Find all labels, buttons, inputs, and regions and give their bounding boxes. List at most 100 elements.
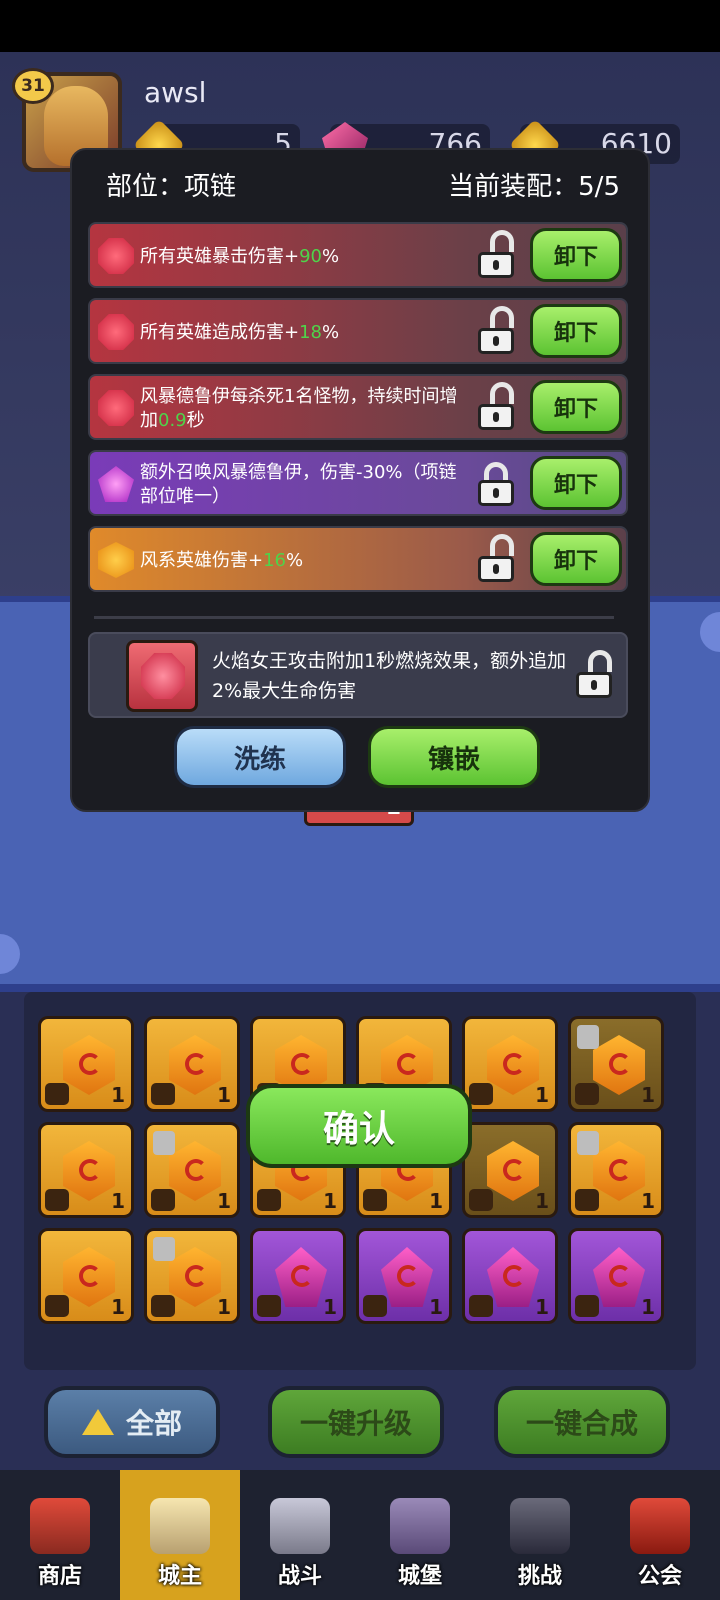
equipped-gem-row[interactable]: 风暴德鲁伊每杀死1名怪物，持续时间增加0.9秒 卸下 xyxy=(88,374,628,440)
gem-slot[interactable]: 1 xyxy=(462,1122,558,1218)
gem-effect-text: 风系英雄伤害+16% xyxy=(140,528,470,594)
status-bar xyxy=(0,0,720,52)
slot-type-icon xyxy=(575,1083,599,1105)
slot-type-icon xyxy=(45,1295,69,1317)
slot-type-icon xyxy=(575,1295,599,1317)
nav-shop[interactable]: 商店 xyxy=(0,1470,120,1600)
confirm-button[interactable]: 确认 xyxy=(246,1084,472,1168)
unequip-button[interactable]: 卸下 xyxy=(530,228,622,282)
purple-gem-icon xyxy=(98,466,134,502)
gem-slot[interactable]: 1 xyxy=(144,1228,240,1324)
equipped-gem-row[interactable]: 所有英雄暴击伤害+90% 卸下 xyxy=(88,222,628,288)
gem-slot[interactable]: 1 xyxy=(38,1016,134,1112)
slot-label: 部位：项链 xyxy=(106,172,237,202)
gem-slot[interactable]: 1 xyxy=(568,1228,664,1324)
nav-label: 商店 xyxy=(37,1564,82,1589)
gem-slot[interactable]: 1 xyxy=(38,1228,134,1324)
lock-shackle xyxy=(490,382,514,404)
slot-type-icon xyxy=(151,1189,175,1211)
red-swirl-gem-icon xyxy=(98,390,134,426)
slot-type-icon xyxy=(469,1295,493,1317)
unlock-icon[interactable] xyxy=(478,306,514,354)
gem-effect-text: 所有英雄造成伤害+18% xyxy=(140,300,470,366)
unlock-icon[interactable] xyxy=(478,382,514,430)
lock-icon xyxy=(153,1237,175,1261)
unlock-icon[interactable] xyxy=(478,534,514,582)
upgrade-all-button[interactable]: 一键升级 xyxy=(268,1386,444,1458)
equipped-gem-row[interactable]: 所有英雄造成伤害+18% 卸下 xyxy=(88,298,628,364)
nav-lord[interactable]: 城主 xyxy=(120,1470,240,1600)
slot-type-icon xyxy=(469,1083,493,1105)
gem-count: 1 xyxy=(429,1295,443,1319)
effect-value: 90 xyxy=(299,246,322,267)
gem-slot[interactable]: 1 xyxy=(144,1016,240,1112)
unequip-button[interactable]: 卸下 xyxy=(530,532,622,586)
red-gem-icon xyxy=(98,314,134,350)
effect-text: 所有英雄造成伤害+ xyxy=(140,322,300,343)
nav-label: 挑战 xyxy=(517,1564,562,1589)
effect-suffix: % xyxy=(322,322,340,343)
lock-keyhole xyxy=(493,488,499,498)
gem-count: 1 xyxy=(111,1295,125,1319)
nav-guild[interactable]: 公会 xyxy=(600,1470,720,1600)
lock-shackle xyxy=(490,230,514,252)
slot-type-icon xyxy=(363,1189,387,1211)
filter-all-button[interactable]: 全部 xyxy=(44,1386,220,1458)
effect-text: 所有英雄暴击伤害+ xyxy=(140,246,300,267)
red-gem-icon xyxy=(98,238,134,274)
inlay-button[interactable]: 镶嵌 xyxy=(368,726,540,788)
filter-all-label: 全部 xyxy=(125,1407,182,1440)
lock-shackle xyxy=(490,534,514,556)
necklace-gem-modal: 部位：项链 当前装配：5/5 所有英雄暴击伤害+90% 卸下 所有英雄造成伤害+18… xyxy=(70,148,650,812)
swirl-icon xyxy=(609,1265,631,1287)
slot-type-icon xyxy=(575,1189,599,1211)
gem-count: 1 xyxy=(323,1189,337,1213)
lock-shackle xyxy=(490,306,514,328)
unequip-button[interactable]: 卸下 xyxy=(530,380,622,434)
unequip-button[interactable]: 卸下 xyxy=(530,456,622,510)
gem-count: 1 xyxy=(111,1189,125,1213)
swirl-icon xyxy=(609,1159,631,1181)
gem-slot[interactable]: 1 xyxy=(144,1122,240,1218)
swirl-icon xyxy=(503,1159,525,1181)
nav-battle[interactable]: 战斗 xyxy=(240,1470,360,1600)
unlock-icon[interactable] xyxy=(478,230,514,278)
gem-slot[interactable]: 1 xyxy=(462,1228,558,1324)
equipped-gem-row[interactable]: 风系英雄伤害+16% 卸下 xyxy=(88,526,628,592)
gem-count: 1 xyxy=(323,1295,337,1319)
nav-castle[interactable]: 城堡 xyxy=(360,1470,480,1600)
lock-keyhole xyxy=(591,680,597,690)
gem-slot[interactable]: 1 xyxy=(568,1122,664,1218)
slot-type-icon xyxy=(257,1295,281,1317)
swirl-icon xyxy=(185,1053,207,1075)
gem-slot[interactable]: 1 xyxy=(356,1228,452,1324)
red-gem-icon xyxy=(141,653,185,699)
swirl-icon xyxy=(79,1159,101,1181)
gem-slot[interactable]: 1 xyxy=(38,1122,134,1218)
merge-all-button[interactable]: 一键合成 xyxy=(494,1386,670,1458)
panel-corner xyxy=(0,934,20,974)
lock-icon[interactable] xyxy=(478,462,514,506)
candidate-gem-row[interactable]: 火焰女王攻击附加1秒燃烧效果，额外追加2%最大生命伤害 xyxy=(88,632,628,718)
gem-slot[interactable]: 1 xyxy=(250,1228,346,1324)
effect-value: 0.9 xyxy=(158,410,187,431)
gem-count: 1 xyxy=(429,1189,443,1213)
gem-slot[interactable]: 1 xyxy=(462,1016,558,1112)
crown-icon xyxy=(150,1498,210,1554)
effect-suffix: % xyxy=(322,246,340,267)
shop-icon xyxy=(30,1498,90,1554)
effect-suffix: 秒 xyxy=(186,410,205,431)
unequip-button[interactable]: 卸下 xyxy=(530,304,622,358)
nav-challenge[interactable]: 挑战 xyxy=(480,1470,600,1600)
swirl-icon xyxy=(291,1265,313,1287)
gem-count: 1 xyxy=(217,1083,231,1107)
panel-corner xyxy=(700,612,720,652)
gem-count: 1 xyxy=(535,1295,549,1319)
nav-label: 战斗 xyxy=(277,1564,322,1589)
equipped-gem-row[interactable]: 额外召唤风暴德鲁伊，伤害-30%（项链部位唯一） 卸下 xyxy=(88,450,628,516)
refine-button[interactable]: 洗练 xyxy=(174,726,346,788)
gem-slot[interactable]: 1 xyxy=(568,1016,664,1112)
swirl-icon xyxy=(79,1053,101,1075)
unlock-icon[interactable] xyxy=(576,650,612,698)
divider xyxy=(94,616,614,619)
